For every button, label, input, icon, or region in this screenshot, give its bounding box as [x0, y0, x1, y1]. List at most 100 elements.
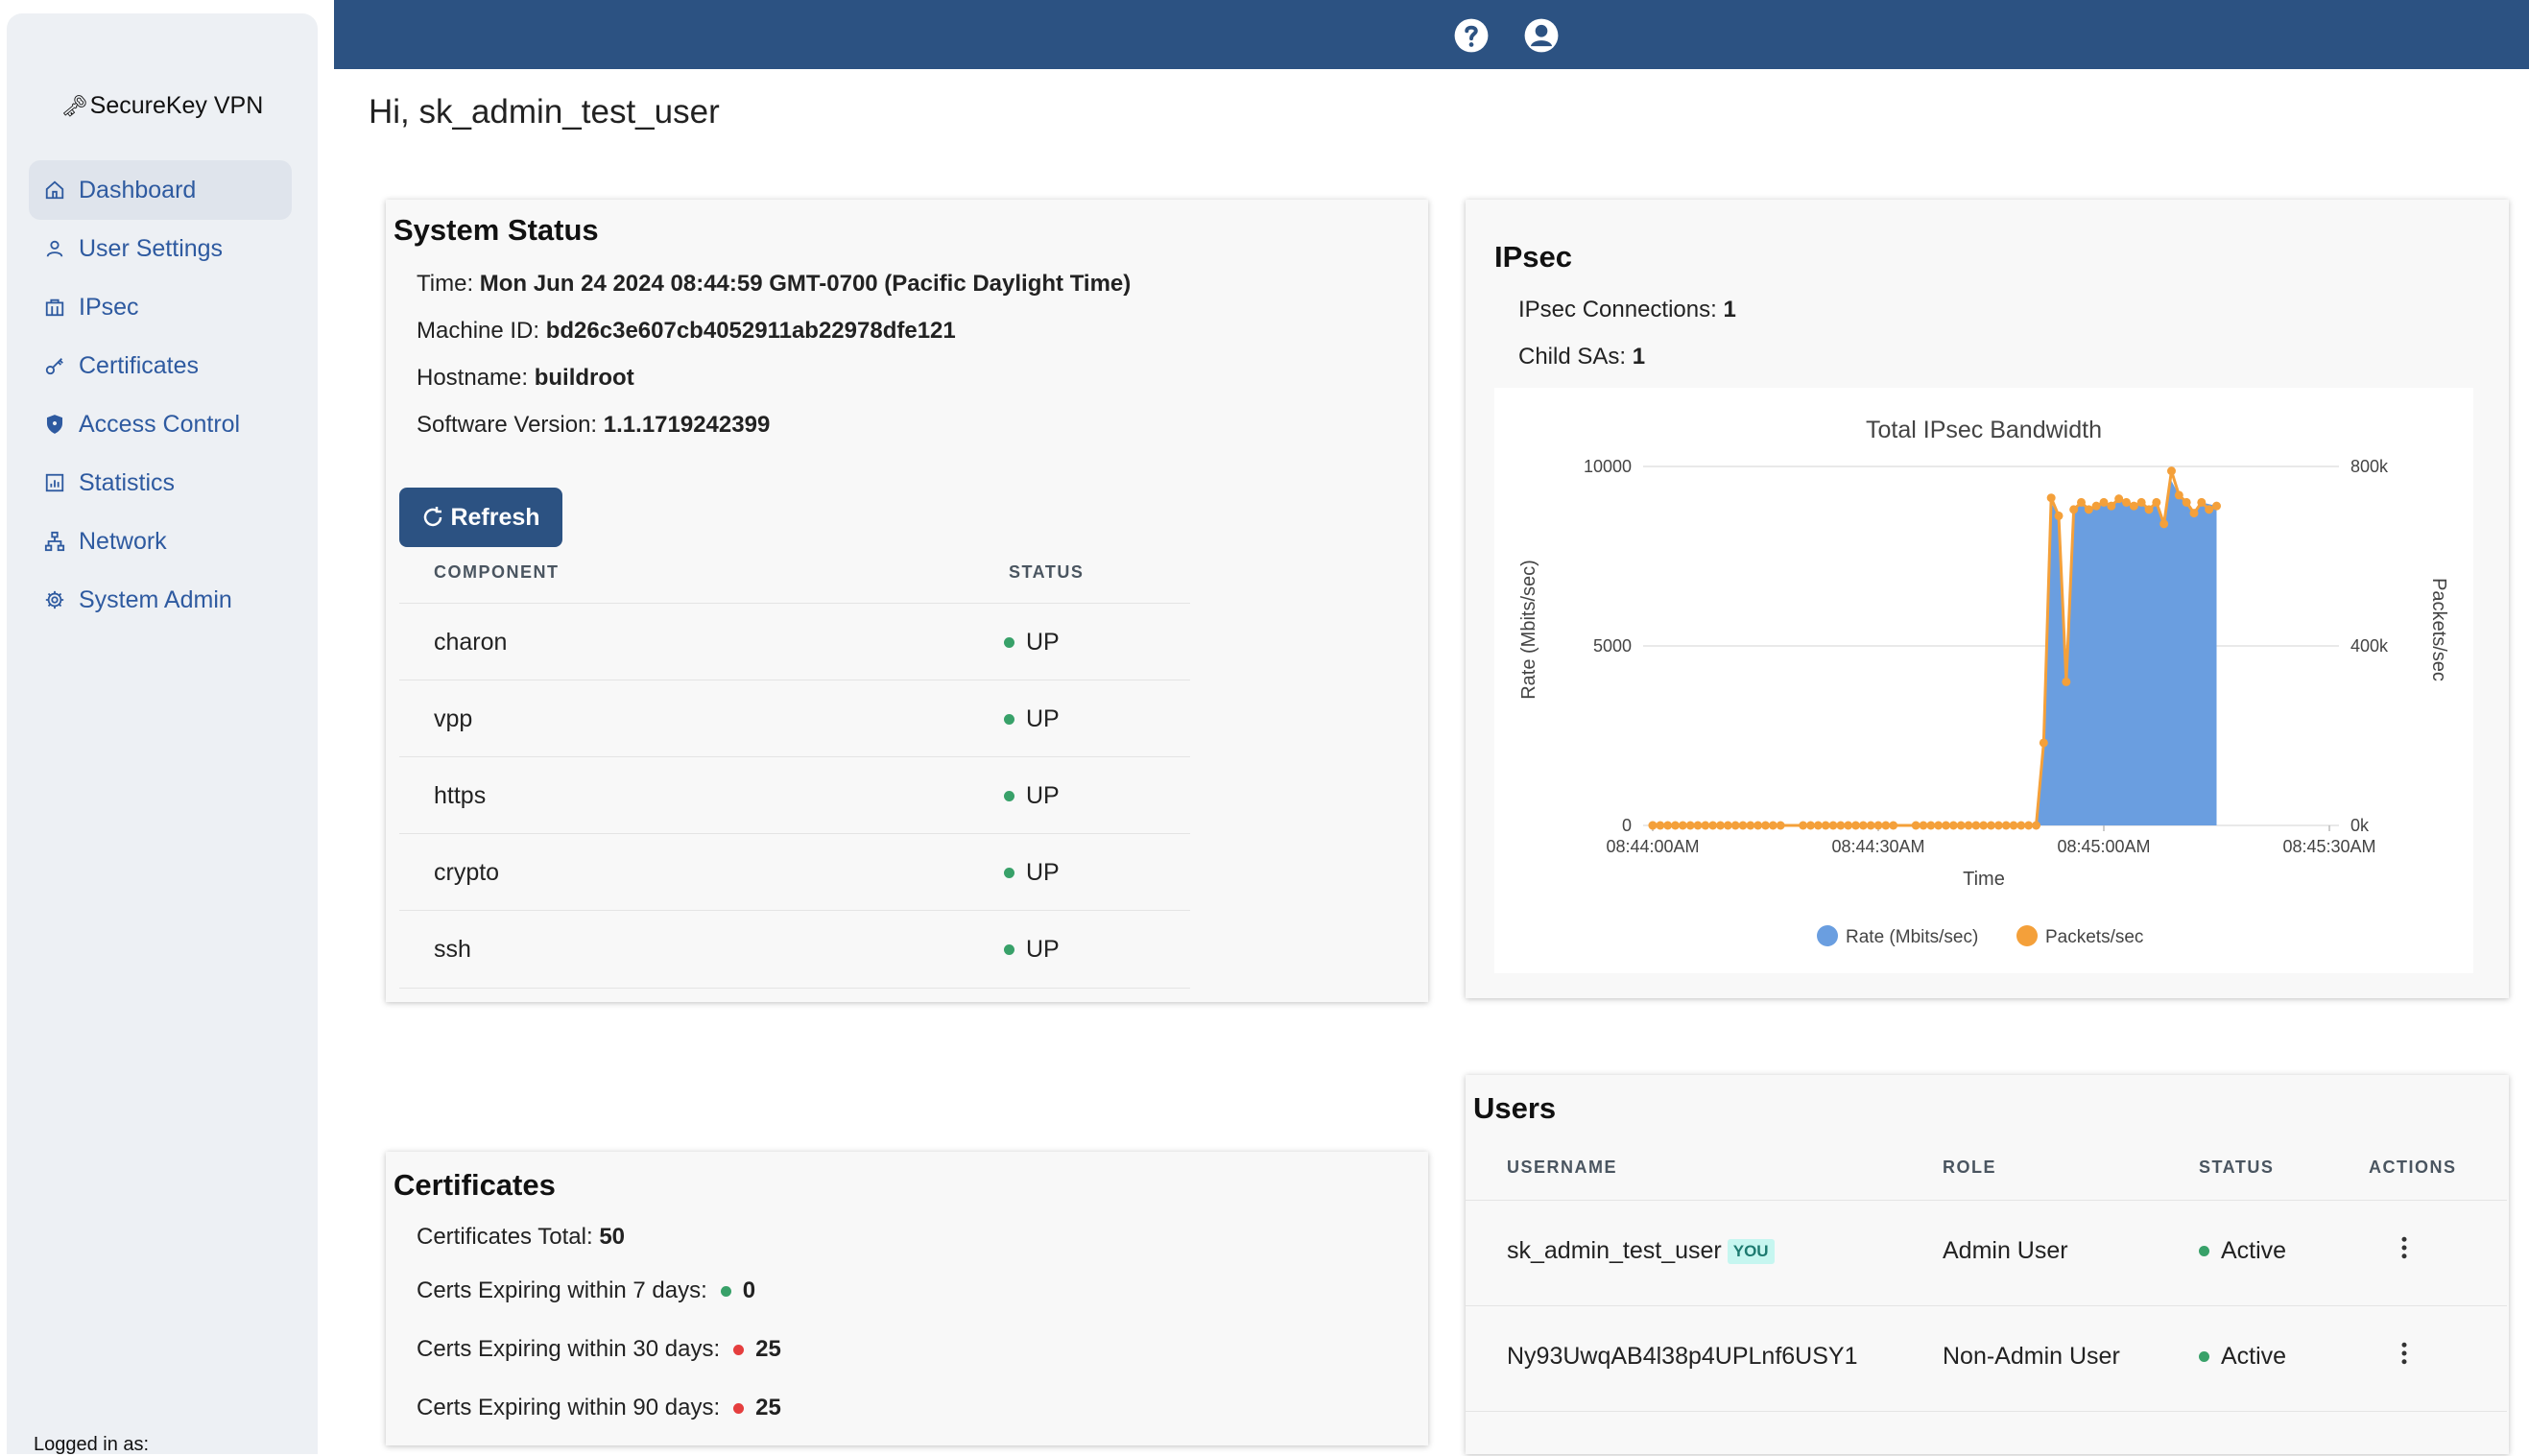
chart-grid: [1643, 465, 2339, 826]
packets-point: [1851, 821, 1860, 830]
packets-point: [1844, 821, 1853, 830]
sidebar-item-network[interactable]: Network: [29, 512, 292, 571]
legend-packets[interactable]: Packets/sec: [2045, 927, 2143, 947]
packets-point: [2024, 821, 2034, 830]
sidebar-item-label: IPsec: [79, 293, 139, 321]
sidebar-item-dashboard[interactable]: Dashboard: [29, 160, 292, 220]
x-axis-ticks: 08:44:00AM 08:44:30AM 08:45:00AM 08:45:30AM: [1606, 825, 2376, 856]
status-dot: [733, 1402, 745, 1414]
packets-point: [1956, 821, 1966, 830]
sidebar-item-access-control[interactable]: Access Control: [29, 394, 292, 454]
status-text: UP: [1026, 629, 1060, 656]
username-cell: Ny93UwqAB4l38p4UPLnf6USY1: [1507, 1343, 1858, 1371]
packets-point: [2069, 505, 2079, 514]
status-dot: [720, 1285, 731, 1297]
packets-point: [1671, 821, 1680, 830]
packets-point: [1708, 821, 1718, 830]
version-row: Software Version: 1.1.1719242399: [417, 412, 770, 439]
packets-point: [1836, 821, 1846, 830]
x-tick-label: 08:44:30AM: [1831, 837, 1924, 856]
packets-point: [2001, 821, 2011, 830]
more-actions-icon[interactable]: [2390, 1339, 2419, 1368]
packets-point: [2099, 497, 2109, 507]
packets-point: [2039, 738, 2048, 748]
packets-point: [1979, 821, 1989, 830]
sidebar-item-user-settings[interactable]: User Settings: [29, 219, 292, 278]
system-status-card: System Status Time: Mon Jun 24 2024 08:4…: [386, 200, 1428, 1002]
table-row: vpp UP: [399, 680, 1190, 757]
component-name: crypto: [434, 859, 500, 886]
packets-point: [2189, 509, 2199, 518]
col-status: STATUS: [1009, 562, 1085, 582]
packets-point: [1701, 821, 1710, 830]
y2-tick-label: 0k: [2350, 816, 2370, 835]
status-text: Active: [2221, 1237, 2287, 1264]
table-row: Ny93UwqAB4l38p4UPLnf6USY1 Non-Admin User…: [1466, 1305, 2507, 1412]
packets-point: [2054, 511, 2064, 520]
refresh-button[interactable]: Refresh: [399, 488, 562, 547]
help-icon[interactable]: [1453, 17, 1490, 54]
packets-point: [2062, 677, 2071, 686]
certs-7-value: 0: [742, 1277, 756, 1303]
sidebar-item-ipsec[interactable]: IPsec: [29, 277, 292, 337]
machine-id-value: bd26c3e607cb4052911ab22978dfe121: [545, 318, 956, 344]
sidebar-item-statistics[interactable]: Statistics: [29, 453, 292, 513]
account-icon[interactable]: [1523, 17, 1560, 54]
packets-point: [1919, 821, 1928, 830]
packets-point: [2032, 821, 2040, 830]
sidebar-item-system-admin[interactable]: System Admin: [29, 570, 292, 630]
key-icon: [45, 358, 63, 375]
sidebar-item-label: User Settings: [79, 234, 224, 262]
packets-point: [1971, 821, 1981, 830]
component-status: UP: [1004, 859, 1060, 887]
certs-7-label: Certs Expiring within 7 days:: [417, 1277, 707, 1303]
component-status: UP: [1004, 782, 1060, 810]
card-title: System Status: [394, 213, 599, 247]
packets-point: [2212, 501, 2221, 511]
sidebar-item-label: Certificates: [79, 351, 200, 379]
version-label: Software Version:: [417, 412, 598, 438]
packets-point: [1648, 821, 1658, 830]
sidebar-item-label: Network: [79, 527, 167, 555]
packets-point: [2205, 505, 2214, 514]
machine-id-row: Machine ID: bd26c3e607cb4052911ab22978df…: [417, 318, 956, 345]
ipsec-connections-row: IPsec Connections: 1: [1518, 297, 1736, 323]
packets-point: [1678, 821, 1687, 830]
ipsec-card: IPsec IPsec Connections: 1 Child SAs: 1 …: [1466, 200, 2509, 998]
certs-30-row: Certs Expiring within 30 days: 25: [417, 1336, 781, 1363]
hostname-row: Hostname: buildroot: [417, 365, 634, 392]
col-component: COMPONENT: [434, 562, 560, 582]
packets-point: [2114, 494, 2124, 504]
y-tick-label: 5000: [1593, 636, 1632, 656]
packets-point: [2136, 497, 2146, 507]
packets-point: [1942, 821, 1950, 830]
packets-point: [2167, 466, 2176, 476]
more-actions-icon[interactable]: [2390, 1233, 2419, 1262]
component-status: UP: [1004, 936, 1060, 964]
status-cell: Active: [2199, 1237, 2286, 1265]
user-icon: [46, 240, 63, 257]
sidebar-item-certificates[interactable]: Certificates: [29, 336, 292, 395]
packets-point: [1821, 821, 1830, 830]
role-cell: Admin User: [1943, 1237, 2068, 1264]
certs-90-label: Certs Expiring within 90 days:: [417, 1395, 721, 1420]
packets-point: [2009, 821, 2018, 830]
brand-logo: 🗝SecureKey VPN: [7, 92, 318, 120]
ipsec-connections-label: IPsec Connections:: [1518, 297, 1717, 322]
greeting: Hi, sk_admin_test_user: [369, 93, 720, 131]
table-row: charon UP: [399, 603, 1190, 680]
packets-point: [1987, 821, 1995, 830]
certs-90-value: 25: [755, 1395, 781, 1420]
packets-point: [2084, 505, 2093, 514]
packets-point: [1866, 821, 1875, 830]
card-title: Users: [1473, 1091, 1557, 1125]
time-value: Mon Jun 24 2024 08:44:59 GMT-0700 (Pacif…: [479, 271, 1132, 297]
chart-svg: Total IPsec Bandwidth 0 5000 10000 0k 400k 8…: [1518, 417, 2449, 947]
packets-point: [2152, 497, 2161, 507]
legend-rate[interactable]: Rate (Mbits/sec): [1846, 927, 1978, 947]
packets-point: [1881, 821, 1891, 830]
packets-point: [2144, 505, 2154, 514]
username: Ny93UwqAB4l38p4UPLnf6USY1: [1507, 1343, 1858, 1370]
status-text: UP: [1026, 936, 1060, 963]
logged-in-label: Logged in as:: [34, 1434, 150, 1455]
